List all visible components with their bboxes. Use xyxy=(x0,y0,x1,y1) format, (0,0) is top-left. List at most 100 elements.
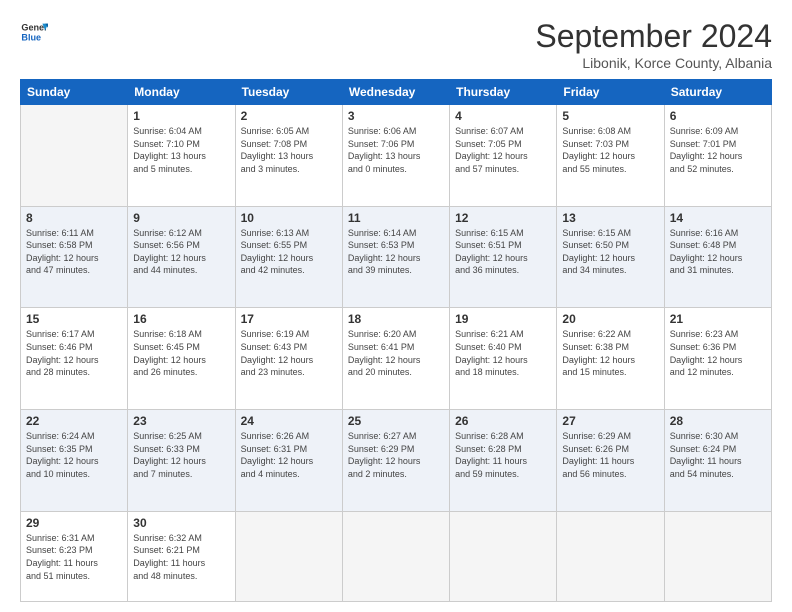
day-info: Sunrise: 6:21 AM Sunset: 6:40 PM Dayligh… xyxy=(455,328,551,378)
day-number: 18 xyxy=(348,312,444,326)
day-number: 11 xyxy=(348,211,444,225)
day-info: Sunrise: 6:29 AM Sunset: 6:26 PM Dayligh… xyxy=(562,430,658,480)
calendar: Sunday Monday Tuesday Wednesday Thursday… xyxy=(20,79,772,602)
day-number: 25 xyxy=(348,414,444,428)
day-number: 16 xyxy=(133,312,229,326)
col-monday: Monday xyxy=(128,80,235,105)
day-info: Sunrise: 6:06 AM Sunset: 7:06 PM Dayligh… xyxy=(348,125,444,175)
day-info: Sunrise: 6:20 AM Sunset: 6:41 PM Dayligh… xyxy=(348,328,444,378)
table-row: 20 Sunrise: 6:22 AM Sunset: 6:38 PM Dayli… xyxy=(557,308,664,410)
week-row-2: 8 Sunrise: 6:11 AM Sunset: 6:58 PM Daylig… xyxy=(21,206,772,308)
day-info: Sunrise: 6:07 AM Sunset: 7:05 PM Dayligh… xyxy=(455,125,551,175)
day-info: Sunrise: 6:09 AM Sunset: 7:01 PM Dayligh… xyxy=(670,125,766,175)
day-number: 26 xyxy=(455,414,551,428)
table-row xyxy=(450,511,557,601)
day-number: 5 xyxy=(562,109,658,123)
day-info: Sunrise: 6:05 AM Sunset: 7:08 PM Dayligh… xyxy=(241,125,337,175)
day-info: Sunrise: 6:26 AM Sunset: 6:31 PM Dayligh… xyxy=(241,430,337,480)
day-info: Sunrise: 6:04 AM Sunset: 7:10 PM Dayligh… xyxy=(133,125,229,175)
day-info: Sunrise: 6:25 AM Sunset: 6:33 PM Dayligh… xyxy=(133,430,229,480)
day-info: Sunrise: 6:15 AM Sunset: 6:51 PM Dayligh… xyxy=(455,227,551,277)
day-number: 14 xyxy=(670,211,766,225)
table-row xyxy=(342,511,449,601)
day-info: Sunrise: 6:28 AM Sunset: 6:28 PM Dayligh… xyxy=(455,430,551,480)
day-info: Sunrise: 6:32 AM Sunset: 6:21 PM Dayligh… xyxy=(133,532,229,582)
day-number: 13 xyxy=(562,211,658,225)
table-row: 17 Sunrise: 6:19 AM Sunset: 6:43 PM Dayli… xyxy=(235,308,342,410)
table-row: 22 Sunrise: 6:24 AM Sunset: 6:35 PM Dayli… xyxy=(21,410,128,512)
table-row: 28Sunrise: 6:30 AM Sunset: 6:24 PM Dayli… xyxy=(664,410,771,512)
table-row: 11 Sunrise: 6:14 AM Sunset: 6:53 PM Dayli… xyxy=(342,206,449,308)
day-number: 24 xyxy=(241,414,337,428)
day-number: 10 xyxy=(241,211,337,225)
day-info: Sunrise: 6:22 AM Sunset: 6:38 PM Dayligh… xyxy=(562,328,658,378)
table-row: 18 Sunrise: 6:20 AM Sunset: 6:41 PM Dayli… xyxy=(342,308,449,410)
table-row: 25 Sunrise: 6:27 AM Sunset: 6:29 PM Dayli… xyxy=(342,410,449,512)
table-row: 2Sunrise: 6:05 AM Sunset: 7:08 PM Daylig… xyxy=(235,105,342,207)
day-info: Sunrise: 6:27 AM Sunset: 6:29 PM Dayligh… xyxy=(348,430,444,480)
day-number: 4 xyxy=(455,109,551,123)
table-row: 6 Sunrise: 6:09 AM Sunset: 7:01 PM Daylig… xyxy=(664,105,771,207)
table-row: 26 Sunrise: 6:28 AM Sunset: 6:28 PM Dayli… xyxy=(450,410,557,512)
col-thursday: Thursday xyxy=(450,80,557,105)
table-row: 19 Sunrise: 6:21 AM Sunset: 6:40 PM Dayli… xyxy=(450,308,557,410)
month-title: September 2024 xyxy=(535,18,772,55)
day-info: Sunrise: 6:23 AM Sunset: 6:36 PM Dayligh… xyxy=(670,328,766,378)
day-info: Sunrise: 6:08 AM Sunset: 7:03 PM Dayligh… xyxy=(562,125,658,175)
col-sunday: Sunday xyxy=(21,80,128,105)
header: General Blue September 2024 Libonik, Kor… xyxy=(20,18,772,71)
col-wednesday: Wednesday xyxy=(342,80,449,105)
day-number: 12 xyxy=(455,211,551,225)
table-row: 16Sunrise: 6:18 AM Sunset: 6:45 PM Dayli… xyxy=(128,308,235,410)
day-number: 28 xyxy=(670,414,766,428)
table-row: 30 Sunrise: 6:32 AM Sunset: 6:21 PM Dayli… xyxy=(128,511,235,601)
table-row: 14 Sunrise: 6:16 AM Sunset: 6:48 PM Dayli… xyxy=(664,206,771,308)
week-row-4: 22 Sunrise: 6:24 AM Sunset: 6:35 PM Dayli… xyxy=(21,410,772,512)
day-info: Sunrise: 6:11 AM Sunset: 6:58 PM Dayligh… xyxy=(26,227,122,277)
logo-icon: General Blue xyxy=(20,18,48,46)
title-block: September 2024 Libonik, Korce County, Al… xyxy=(535,18,772,71)
day-number: 30 xyxy=(133,516,229,530)
day-number: 6 xyxy=(670,109,766,123)
day-info: Sunrise: 6:13 AM Sunset: 6:55 PM Dayligh… xyxy=(241,227,337,277)
svg-text:Blue: Blue xyxy=(21,32,41,42)
week-row-5: 29Sunrise: 6:31 AM Sunset: 6:23 PM Dayli… xyxy=(21,511,772,601)
table-row: 3 Sunrise: 6:06 AM Sunset: 7:06 PM Daylig… xyxy=(342,105,449,207)
table-row: 8 Sunrise: 6:11 AM Sunset: 6:58 PM Daylig… xyxy=(21,206,128,308)
day-number: 8 xyxy=(26,211,122,225)
table-row xyxy=(664,511,771,601)
table-row: 12 Sunrise: 6:15 AM Sunset: 6:51 PM Dayli… xyxy=(450,206,557,308)
table-row: 21Sunrise: 6:23 AM Sunset: 6:36 PM Dayli… xyxy=(664,308,771,410)
table-row: 4 Sunrise: 6:07 AM Sunset: 7:05 PM Daylig… xyxy=(450,105,557,207)
day-number: 1 xyxy=(133,109,229,123)
day-info: Sunrise: 6:14 AM Sunset: 6:53 PM Dayligh… xyxy=(348,227,444,277)
day-number: 3 xyxy=(348,109,444,123)
table-row: 29Sunrise: 6:31 AM Sunset: 6:23 PM Dayli… xyxy=(21,511,128,601)
col-friday: Friday xyxy=(557,80,664,105)
day-number: 19 xyxy=(455,312,551,326)
day-number: 22 xyxy=(26,414,122,428)
table-row: 1 Sunrise: 6:04 AM Sunset: 7:10 PM Daylig… xyxy=(128,105,235,207)
table-row: 15 Sunrise: 6:17 AM Sunset: 6:46 PM Dayli… xyxy=(21,308,128,410)
day-info: Sunrise: 6:12 AM Sunset: 6:56 PM Dayligh… xyxy=(133,227,229,277)
page: General Blue September 2024 Libonik, Kor… xyxy=(0,0,792,612)
day-info: Sunrise: 6:17 AM Sunset: 6:46 PM Dayligh… xyxy=(26,328,122,378)
day-number: 20 xyxy=(562,312,658,326)
table-row xyxy=(557,511,664,601)
day-info: Sunrise: 6:19 AM Sunset: 6:43 PM Dayligh… xyxy=(241,328,337,378)
col-tuesday: Tuesday xyxy=(235,80,342,105)
day-info: Sunrise: 6:24 AM Sunset: 6:35 PM Dayligh… xyxy=(26,430,122,480)
table-row: 9 Sunrise: 6:12 AM Sunset: 6:56 PM Daylig… xyxy=(128,206,235,308)
day-number: 27 xyxy=(562,414,658,428)
day-number: 15 xyxy=(26,312,122,326)
day-number: 29 xyxy=(26,516,122,530)
day-number: 9 xyxy=(133,211,229,225)
table-row xyxy=(235,511,342,601)
week-row-1: 1 Sunrise: 6:04 AM Sunset: 7:10 PM Daylig… xyxy=(21,105,772,207)
day-info: Sunrise: 6:15 AM Sunset: 6:50 PM Dayligh… xyxy=(562,227,658,277)
table-row: 13 Sunrise: 6:15 AM Sunset: 6:50 PM Dayli… xyxy=(557,206,664,308)
table-row: 5 Sunrise: 6:08 AM Sunset: 7:03 PM Daylig… xyxy=(557,105,664,207)
table-row: 10 Sunrise: 6:13 AM Sunset: 6:55 PM Dayli… xyxy=(235,206,342,308)
day-info: Sunrise: 6:16 AM Sunset: 6:48 PM Dayligh… xyxy=(670,227,766,277)
day-number: 17 xyxy=(241,312,337,326)
